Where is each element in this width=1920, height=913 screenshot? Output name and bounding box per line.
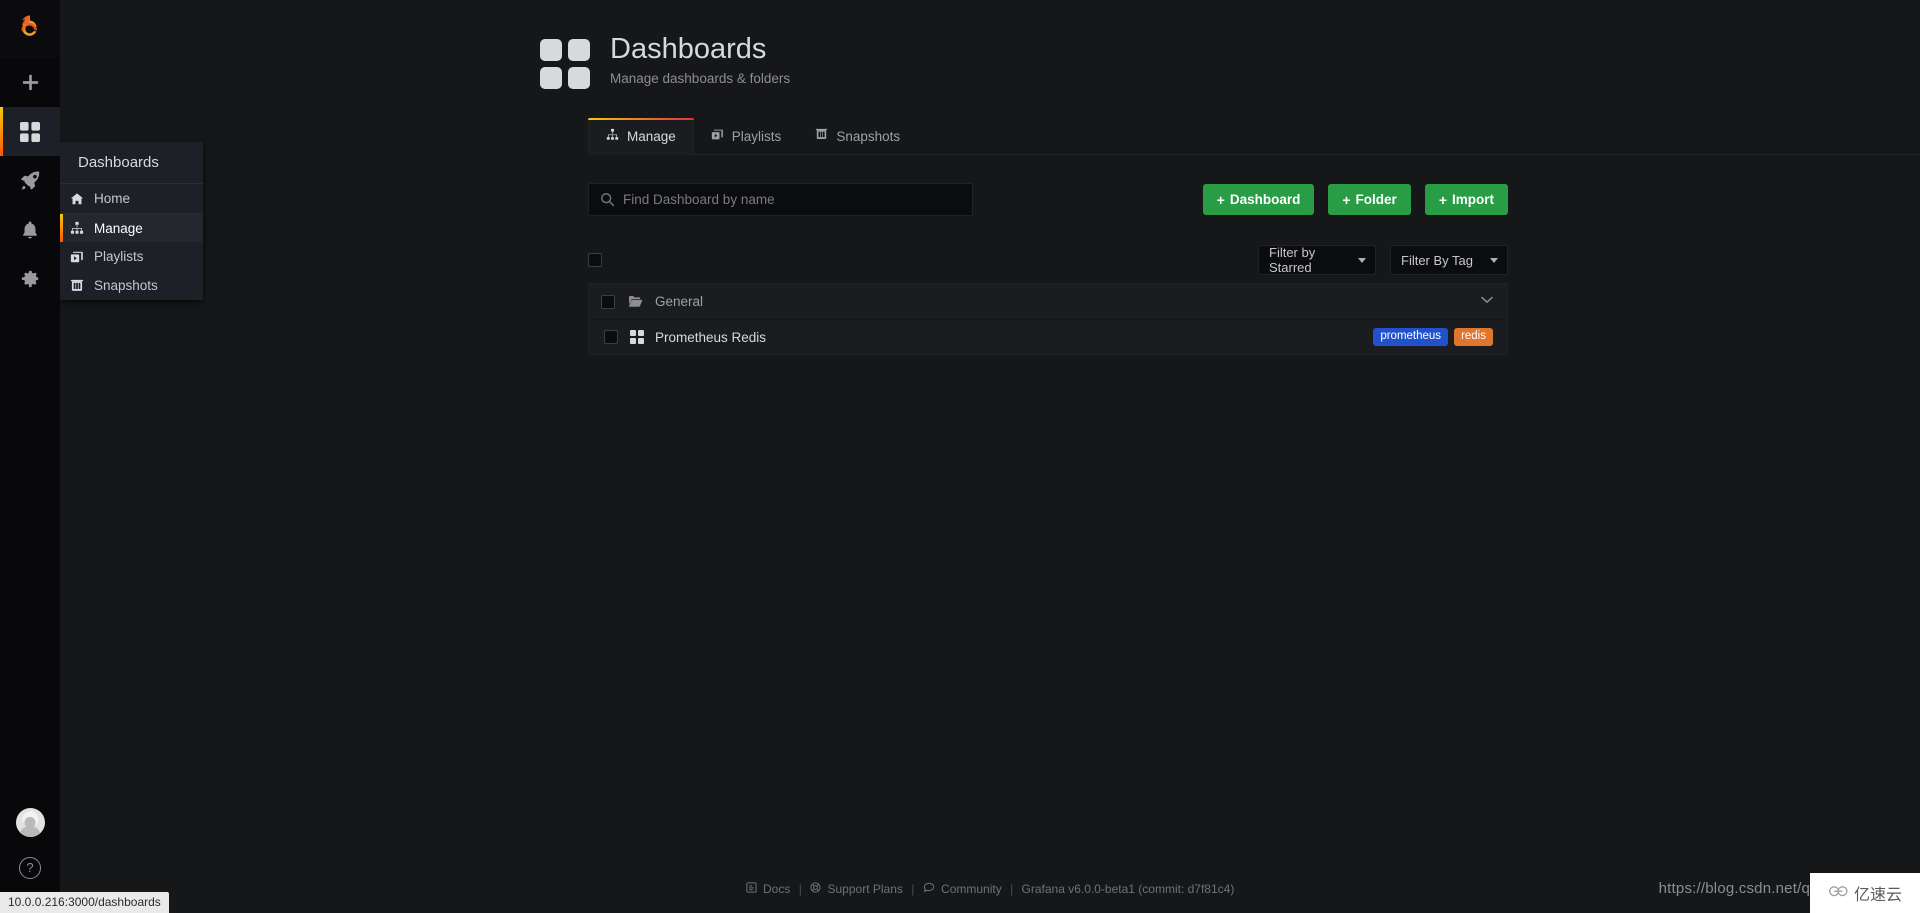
tag-prometheus[interactable]: prometheus [1373,327,1449,347]
grafana-logo-icon[interactable] [0,0,60,58]
dashboards-grid-icon [540,39,590,89]
dashboard-grid-icon [630,330,644,344]
side-nav: ? [0,0,60,913]
dashboards-flyout-menu: Dashboards Home Manage Playlists Snapsho… [60,142,203,300]
dashboard-name: Prometheus Redis [655,329,767,345]
doc-icon [746,882,760,896]
tab-snapshots[interactable]: Snapshots [798,119,917,154]
filter-label: Filter By Tag [1401,252,1474,268]
flyout-item-home[interactable]: Home [60,184,203,213]
filter-label: Filter by Starred [1269,245,1316,275]
sidebar-item-explore[interactable] [0,156,60,205]
tab-label: Snapshots [836,128,901,144]
filter-by-starred-select[interactable]: Filter by Starred [1258,245,1376,275]
filter-row: Filter by Starred Filter By Tag [588,245,1508,275]
footer-separator: | [1010,882,1014,896]
footer-link-docs[interactable]: Docs [746,882,791,896]
import-button[interactable]: + Import [1424,184,1508,215]
button-label: Folder [1355,192,1397,207]
sidebar-item-create[interactable] [0,58,60,107]
page-title: Dashboards [610,33,767,65]
button-label: Dashboard [1229,192,1301,207]
plus-icon: + [1342,191,1351,208]
flyout-item-label: Home [94,191,131,206]
page-content: Dashboards Manage dashboards & folders M… [60,0,1920,913]
sitemap-icon [70,221,84,235]
dashboard-results-list: General Prometheus Redis prometheus redi… [588,283,1508,355]
flyout-item-playlists[interactable]: Playlists [60,242,203,271]
help-icon[interactable]: ? [19,857,41,879]
watermark-url: https://blog.csdn.net/q [1658,880,1810,897]
plus-icon: + [1216,191,1225,208]
watermark-logo: 亿速云 [1810,873,1920,913]
tab-bar: Manage Playlists Snapshots [588,118,1920,155]
home-icon [70,192,84,206]
status-bar-url: 10.0.0.216:3000/dashboards [0,892,169,913]
footer-link-label: Support Plans [827,882,903,896]
search-box[interactable] [588,183,973,216]
manage-panel: + Dashboard + Folder + Import Filter by … [588,155,1508,355]
tab-manage[interactable]: Manage [588,118,694,155]
sidebar-item-configuration[interactable] [0,254,60,303]
new-dashboard-button[interactable]: + Dashboard [1202,184,1315,215]
folder-row-general[interactable]: General [589,284,1507,319]
tag-redis[interactable]: redis [1454,327,1493,347]
dashboard-checkbox[interactable] [604,330,618,344]
select-all-checkbox[interactable] [588,253,602,267]
chevron-down-icon [1358,257,1366,263]
tab-playlists[interactable]: Playlists [694,119,799,154]
chevron-down-icon[interactable] [1481,296,1493,307]
new-folder-button[interactable]: + Folder [1328,184,1411,215]
tab-label: Manage [627,128,676,144]
sidebar-item-alerting[interactable] [0,205,60,254]
filter-by-tag-select[interactable]: Filter By Tag [1390,245,1508,275]
flyout-title: Dashboards [60,142,203,184]
avatar[interactable] [15,808,45,837]
footer-link-label: Community [941,882,1002,896]
dashboard-row-prometheus-redis[interactable]: Prometheus Redis prometheus redis [589,319,1507,354]
page-header: Dashboards Manage dashboards & folders [60,0,1920,89]
watermark-logo-text: 亿速云 [1853,887,1902,904]
toolbar: + Dashboard + Folder + Import [588,183,1508,216]
filter-selects: Filter by Starred Filter By Tag [1258,245,1508,275]
footer-separator: | [798,882,802,896]
plus-icon: + [1438,191,1447,208]
folder-open-icon [628,295,643,308]
lifebuoy-icon [810,882,824,896]
footer-link-community[interactable]: Community [923,882,1002,896]
sitemap-icon [606,128,619,144]
flyout-item-label: Playlists [94,249,144,264]
search-icon [600,192,615,212]
action-buttons: + Dashboard + Folder + Import [1202,184,1508,215]
page-subtitle: Manage dashboards & folders [610,71,791,87]
chevron-down-icon [1490,257,1498,263]
snapshot-icon [815,128,828,144]
flyout-item-manage[interactable]: Manage [60,213,203,242]
flyout-item-label: Manage [94,220,143,236]
footer-separator: | [911,882,915,896]
folder-checkbox[interactable] [601,294,615,309]
footer-link-label: Docs [763,882,791,896]
comment-icon [923,882,938,896]
snapshot-icon [70,279,84,293]
search-input[interactable] [589,184,972,215]
sidebar-item-dashboards[interactable] [0,107,60,156]
flyout-item-snapshots[interactable]: Snapshots [60,271,203,300]
folder-name: General [655,294,704,309]
flyout-item-label: Snapshots [94,278,158,293]
button-label: Import [1452,192,1494,207]
tab-label: Playlists [731,128,782,144]
dashboard-tags: prometheus redis [1373,327,1493,347]
footer-link-support-plans[interactable]: Support Plans [810,882,903,896]
playlist-icon [711,128,724,144]
footer: Docs | Support Plans | Community | Grafa… [60,882,1920,896]
cloud-icon [1828,884,1849,903]
footer-version: Grafana v6.0.0-beta1 (commit: d7f81c4) [1021,882,1235,896]
playlist-icon [70,250,84,264]
